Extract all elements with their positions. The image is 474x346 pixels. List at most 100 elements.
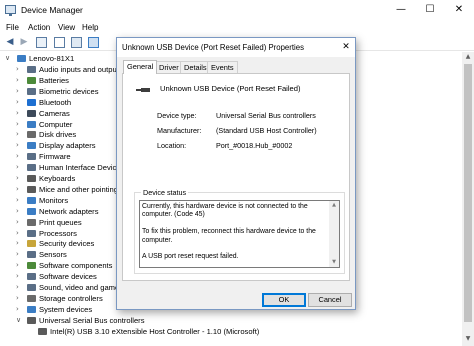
tree-item-label: Monitors <box>39 195 69 205</box>
tree-item-label: Display adapters <box>39 141 96 151</box>
tree-scrollbar[interactable]: ▲ ▼ <box>462 52 474 346</box>
camera-icon <box>27 109 36 117</box>
menu-action[interactable]: Action <box>28 23 50 32</box>
chevron-right-icon[interactable]: › <box>16 304 24 315</box>
menu-bar: File Action View Help <box>0 20 474 35</box>
chevron-right-icon[interactable]: › <box>16 293 24 304</box>
general-tab-panel: Unknown USB Device (Port Reset Failed) D… <box>122 73 350 281</box>
chevron-right-icon[interactable]: › <box>16 184 24 195</box>
device-status-label: Device status <box>141 188 189 197</box>
bluetooth-icon <box>27 98 36 106</box>
fingerprint-icon <box>27 87 36 95</box>
tree-item-label: Sensors <box>39 250 67 260</box>
status-scroll-down-icon[interactable]: ▼ <box>329 258 339 267</box>
dialog-close-button[interactable]: ✕ <box>337 38 355 57</box>
help-icon[interactable] <box>54 37 65 48</box>
chevron-right-icon[interactable]: › <box>16 271 24 282</box>
system-icon <box>27 305 36 313</box>
menu-file[interactable]: File <box>6 23 19 32</box>
scroll-down-arrow-icon[interactable]: ▼ <box>462 334 474 344</box>
tree-item-label: Software components <box>39 261 113 271</box>
monitor-icon[interactable] <box>88 37 99 48</box>
chevron-right-icon[interactable]: › <box>16 64 24 75</box>
menu-help[interactable]: Help <box>82 23 98 32</box>
chevron-right-icon[interactable]: › <box>16 140 24 151</box>
tree-item-label: Biometric devices <box>39 86 99 96</box>
properties-icon[interactable] <box>36 37 47 48</box>
chevron-right-icon[interactable]: › <box>16 217 24 228</box>
tree-item-label: Human Interface Devices <box>39 163 125 173</box>
device-status-text: Currently, this hardware device is not c… <box>142 203 316 261</box>
sound-icon <box>27 284 36 291</box>
tree-category[interactable]: ∨ Universal Serial Bus controllers <box>0 315 460 326</box>
maximize-button[interactable]: ☐ <box>415 0 445 20</box>
network-icon <box>27 207 36 215</box>
chevron-right-icon[interactable]: › <box>16 75 24 86</box>
device-name: Unknown USB Device (Port Reset Failed) <box>160 84 301 93</box>
back-arrow-icon[interactable]: ◀ <box>4 37 16 48</box>
display-icon <box>27 142 36 150</box>
printer-icon <box>27 218 36 226</box>
tab-events[interactable]: Events <box>207 61 238 73</box>
chevron-right-icon[interactable]: › <box>16 129 24 140</box>
chevron-right-icon[interactable]: › <box>16 228 24 239</box>
dialog-titlebar: Unknown USB Device (Port Reset Failed) P… <box>117 38 355 57</box>
tree-item-label: Security devices <box>39 239 95 249</box>
tree-item-label: Bluetooth <box>39 97 72 107</box>
chip-icon <box>27 153 36 161</box>
tree-item-label: Disk drives <box>39 130 77 140</box>
tab-details[interactable]: Details <box>180 61 211 73</box>
device-manager-titlebar: Device Manager — ☐ ✕ <box>0 0 474 20</box>
status-scroll-up-icon[interactable]: ▲ <box>329 201 339 210</box>
location-value: Port_#0018.Hub_#0002 <box>216 141 293 150</box>
chevron-right-icon[interactable]: › <box>16 238 24 249</box>
dialog-title: Unknown USB Device (Port Reset Failed) P… <box>122 43 304 52</box>
usb-icon <box>38 327 47 335</box>
chevron-right-icon[interactable]: › <box>16 173 24 184</box>
tree-item-label: Storage controllers <box>39 293 103 303</box>
battery-icon <box>27 76 36 84</box>
chevron-right-icon[interactable]: › <box>16 195 24 206</box>
chevron-right-icon[interactable]: › <box>16 249 24 260</box>
tree-item-label: Print queues <box>39 217 82 227</box>
chevron-right-icon[interactable]: › <box>16 206 24 217</box>
tree-item-label: Cameras <box>39 108 70 118</box>
manufacturer-label: Manufacturer: <box>157 126 202 135</box>
tree-item-label: Batteries <box>39 75 69 85</box>
chevron-right-icon[interactable]: › <box>16 86 24 97</box>
chevron-right-icon[interactable]: › <box>16 282 24 293</box>
status-scrollbar[interactable]: ▲ ▼ <box>329 201 339 267</box>
tree-item-label: Sound, video and game <box>39 283 120 292</box>
ok-button[interactable]: OK <box>262 293 306 307</box>
tab-general[interactable]: General <box>123 60 158 74</box>
tree-child-usb-host[interactable]: Intel(R) USB 3.10 eXtensible Host Contro… <box>0 326 460 337</box>
chevron-right-icon[interactable]: › <box>16 108 24 119</box>
usb-device-icon <box>136 86 150 94</box>
tree-item-label: Keyboards <box>39 174 76 183</box>
chevron-right-icon[interactable]: › <box>16 119 24 130</box>
tree-item-label: Processors <box>39 228 77 238</box>
expand-arrow-icon[interactable]: ∨ <box>5 53 13 64</box>
usb-icon <box>27 316 36 324</box>
tree-item-label: Mice and other pointing <box>39 184 118 194</box>
chevron-right-icon[interactable]: › <box>16 260 24 271</box>
expand-arrow-icon[interactable]: ∨ <box>16 315 24 326</box>
dialog-tab-strip: General Driver Details Events <box>123 60 349 74</box>
tree-item-label: Computer <box>39 119 73 129</box>
tree-view-icon[interactable] <box>71 37 82 48</box>
tab-driver[interactable]: Driver <box>155 61 183 73</box>
disk-icon <box>27 131 36 139</box>
menu-view[interactable]: View <box>58 23 75 32</box>
chevron-right-icon[interactable]: › <box>16 162 24 173</box>
chevron-right-icon[interactable]: › <box>16 97 24 108</box>
chevron-right-icon[interactable]: › <box>16 151 24 162</box>
close-button[interactable]: ✕ <box>444 0 474 20</box>
cancel-button[interactable]: Cancel <box>308 293 352 307</box>
device-status-textbox[interactable]: Currently, this hardware device is not c… <box>139 200 340 268</box>
scroll-thumb[interactable] <box>464 64 472 322</box>
scroll-up-arrow-icon[interactable]: ▲ <box>462 52 474 62</box>
tree-item-label: Firmware <box>39 152 71 162</box>
minimize-button[interactable]: — <box>386 0 416 20</box>
tree-item-label: Universal Serial Bus controllers <box>39 315 145 325</box>
forward-arrow-icon[interactable]: ▶ <box>18 37 30 48</box>
